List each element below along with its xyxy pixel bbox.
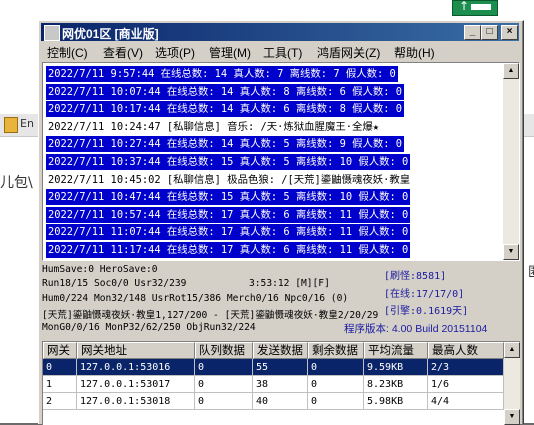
menu-bar: 控制(C) 查看(V) 选项(P) 管理(M) 工具(T) 鸿盾网关(Z) 帮助… xyxy=(41,42,519,60)
column-header[interactable]: 平均流量 xyxy=(364,342,428,359)
menu-view[interactable]: 查看(V) xyxy=(103,44,143,61)
log-line[interactable]: 2022/7/11 10:57:44 在线总数: 17 真人数: 6 离线数: … xyxy=(46,206,411,223)
table-cell: 127.0.0.1:53018 xyxy=(77,393,195,410)
column-header[interactable]: 网关地址 xyxy=(77,342,195,359)
background-side-text: 儿包\ xyxy=(0,175,33,191)
stat-boss: [天荒]鎏鼬慑魂夜妖·教皇1,127/200 - [天荒]鎏鼬慑魂夜妖·教皇2/… xyxy=(42,310,379,321)
stat-uptime: 3:53:12 [M][F] xyxy=(249,278,330,289)
minimize-button[interactable]: _ xyxy=(464,25,481,40)
title-bar[interactable]: 网优01区 [商业版] _ □ × xyxy=(41,23,519,41)
version-label: 程序版本: 4.00 Build 20151104 xyxy=(344,323,488,335)
table-cell: 0 xyxy=(195,359,253,376)
log-line[interactable]: 2022/7/11 11:17:44 在线总数: 17 真人数: 6 离线数: … xyxy=(46,242,411,258)
table-cell: 0 xyxy=(308,359,364,376)
stat-refresh: [刷怪:8581] xyxy=(384,271,447,282)
column-header[interactable]: 剩余数据 xyxy=(308,342,364,359)
server-window: 网优01区 [商业版] _ □ × 控制(C) 查看(V) 选项(P) 管理(M… xyxy=(38,20,524,425)
table-cell: 0 xyxy=(308,376,364,393)
table-cell: 55 xyxy=(253,359,308,376)
log-line[interactable]: 2022/7/11 11:07:44 在线总数: 17 真人数: 6 离线数: … xyxy=(46,224,411,241)
column-header[interactable]: 最高人数 xyxy=(428,342,504,359)
stat-mon: MonG0/0/16 MonP32/62/250 ObjRun32/224 xyxy=(42,322,256,333)
stat-hum: Hum0/224 Mon32/148 UsrRot15/386 Merch0/1… xyxy=(42,293,349,304)
stat-online: [在线:17/17/0] xyxy=(384,289,465,300)
close-button[interactable]: × xyxy=(501,25,518,40)
scroll-down-button[interactable]: ▼ xyxy=(503,244,519,260)
log-scrollbar[interactable]: ▲ ▼ xyxy=(503,63,519,260)
menu-control[interactable]: 控制(C) xyxy=(47,44,88,61)
table-cell: 0 xyxy=(308,393,364,410)
table-cell: 38 xyxy=(253,376,308,393)
column-header[interactable]: 队列数据 xyxy=(195,342,253,359)
log-line[interactable]: 2022/7/11 10:47:44 在线总数: 15 真人数: 5 离线数: … xyxy=(46,189,411,206)
stat-run: Run18/15 Soc0/0 Usr32/239 xyxy=(42,278,187,289)
table-cell: 2/3 xyxy=(428,359,504,376)
table-cell: 0 xyxy=(195,393,253,410)
menu-manage[interactable]: 管理(M) xyxy=(209,44,251,61)
table-cell: 0 xyxy=(195,376,253,393)
arrow-icon: ↑ xyxy=(459,0,470,13)
column-header[interactable]: 发送数据 xyxy=(253,342,308,359)
log-line[interactable]: 2022/7/11 9:57:44 在线总数: 14 真人数: 7 离线数: 7… xyxy=(46,66,398,82)
table-cell: 4/4 xyxy=(428,393,504,410)
app-icon xyxy=(44,25,60,41)
background-app-icon: ↑ xyxy=(452,0,498,16)
menu-options[interactable]: 选项(P) xyxy=(155,44,195,61)
table-scroll-up-button[interactable]: ▲ xyxy=(504,342,520,358)
table-cell: 5.98KB xyxy=(364,393,428,410)
table-cell: 40 xyxy=(253,393,308,410)
folder-icon xyxy=(4,117,18,133)
stat-save: HumSave:0 HeroSave:0 xyxy=(42,264,158,275)
maximize-button[interactable]: □ xyxy=(481,25,498,40)
table-cell: 8.23KB xyxy=(364,376,428,393)
log-line[interactable]: 2022/7/11 10:17:44 在线总数: 14 真人数: 6 离线数: … xyxy=(46,101,405,118)
table-cell: 2 xyxy=(43,393,77,410)
menu-tools[interactable]: 工具(T) xyxy=(263,44,302,61)
table-cell: 127.0.0.1:53017 xyxy=(77,376,195,393)
table-cell: 127.0.0.1:53016 xyxy=(77,359,195,376)
table-scrollbar[interactable]: ▲ ▼ xyxy=(504,342,520,425)
log-list: 2022/7/11 9:57:44 在线总数: 14 真人数: 7 离线数: 7… xyxy=(43,63,505,260)
log-line[interactable]: 2022/7/11 10:45:02 [私聊信息] 极品色狼: /[天荒]鎏鼬慑… xyxy=(46,171,413,188)
background-strip-text: En xyxy=(20,117,34,130)
log-line[interactable]: 2022/7/11 10:27:44 在线总数: 14 真人数: 5 离线数: … xyxy=(46,136,405,153)
background-right-text: 匿 xyxy=(528,261,534,280)
window-title: 网优01区 [商业版] xyxy=(62,27,159,41)
log-line[interactable]: 2022/7/11 10:07:44 在线总数: 14 真人数: 8 离线数: … xyxy=(46,83,405,100)
gateway-table[interactable]: 0 127.0.0.1:53016 0 55 0 9.59KB 2/3 1 127.0.0.1:… xyxy=(42,341,520,425)
menu-gateway[interactable]: 鸿盾网关(Z) xyxy=(317,44,380,61)
log-line[interactable]: 2022/7/11 10:37:44 在线总数: 15 真人数: 5 离线数: … xyxy=(46,154,411,170)
log-line[interactable]: 2022/7/11 10:24:47 [私聊信息] 音乐: /天·炼狱血腥魔王·… xyxy=(46,118,382,135)
column-header[interactable]: 网关 xyxy=(43,342,77,359)
table-cell: 1 xyxy=(43,376,77,393)
stat-engine: [引擎:0.1619天] xyxy=(384,306,469,317)
table-cell: 0 xyxy=(43,359,77,376)
table-cell: 9.59KB xyxy=(364,359,428,376)
log-box[interactable]: 2022/7/11 9:57:44 在线总数: 14 真人数: 7 离线数: 7… xyxy=(42,62,520,261)
menu-help[interactable]: 帮助(H) xyxy=(394,44,435,61)
scroll-up-button[interactable]: ▲ xyxy=(503,63,519,79)
table-cell: 1/6 xyxy=(428,376,504,393)
